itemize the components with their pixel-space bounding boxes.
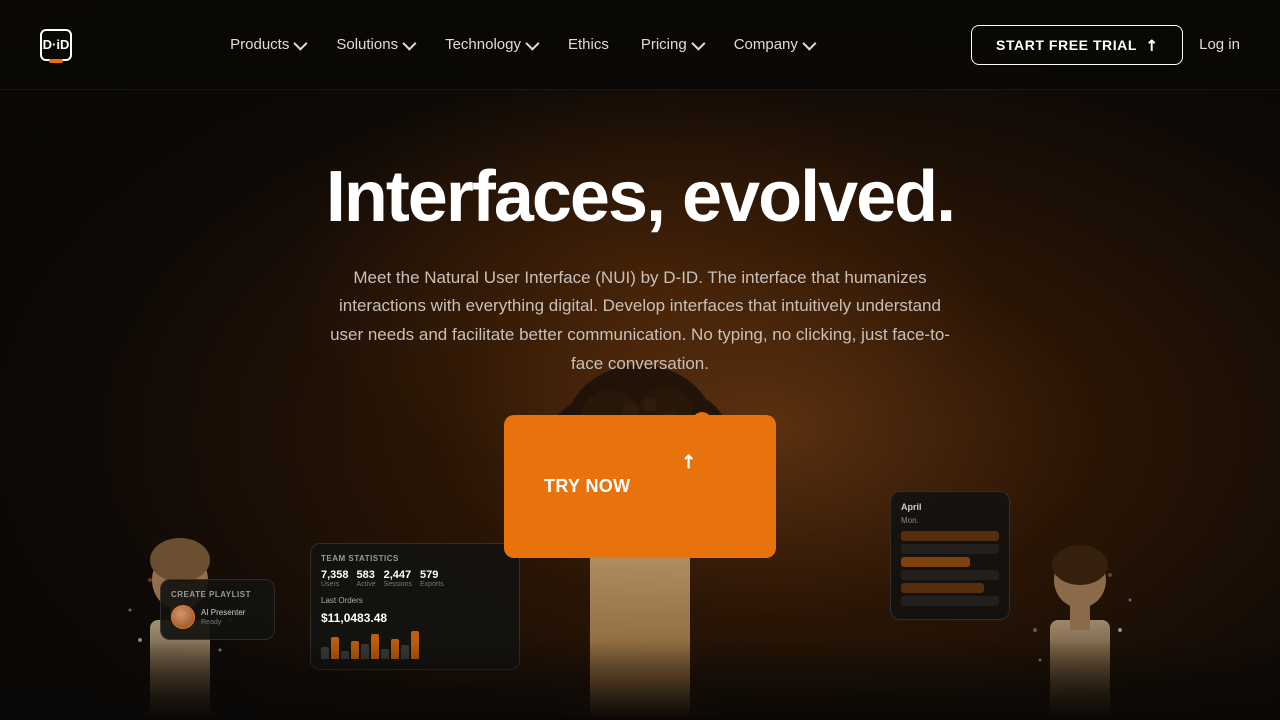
nav-link-pricing[interactable]: Pricing (627, 28, 716, 61)
hero-section: Interfaces, evolved. Meet the Natural Us… (0, 90, 1280, 608)
logo[interactable]: D·iD (40, 29, 72, 61)
start-free-trial-button[interactable]: START FREE TRIAL ↗ (971, 25, 1183, 65)
chevron-down-icon (802, 36, 816, 50)
nav-link-products[interactable]: Products (216, 28, 318, 61)
chevron-down-icon (691, 36, 705, 50)
nav-right: START FREE TRIAL ↗ Log in (971, 25, 1240, 65)
nav-link-company[interactable]: Company (720, 28, 827, 61)
nav-item-solutions[interactable]: Solutions (322, 28, 427, 61)
chevron-down-icon (525, 36, 539, 50)
nav-item-technology[interactable]: Technology (431, 28, 550, 61)
arrow-diagonal-icon: ↗ (634, 408, 742, 516)
logo-icon: D·iD (40, 29, 72, 61)
chevron-down-icon (294, 36, 308, 50)
navbar: D·iD Products Solutions Technology Eth (0, 0, 1280, 90)
arrow-icon: ↗ (1141, 33, 1163, 55)
login-button[interactable]: Log in (1199, 36, 1240, 53)
nav-link-solutions[interactable]: Solutions (322, 28, 427, 61)
hero-content: Interfaces, evolved. Meet the Natural Us… (0, 90, 1280, 608)
nav-links: Products Solutions Technology Ethics Pri… (216, 28, 827, 61)
nav-link-technology[interactable]: Technology (431, 28, 550, 61)
nav-item-ethics[interactable]: Ethics (554, 28, 623, 61)
hero-subtitle: Meet the Natural User Interface (NUI) by… (325, 264, 955, 380)
nav-item-pricing[interactable]: Pricing (627, 28, 716, 61)
nav-link-ethics[interactable]: Ethics (554, 28, 623, 61)
nav-item-company[interactable]: Company (720, 28, 827, 61)
hero-title: Interfaces, evolved. (326, 160, 954, 236)
nav-item-products[interactable]: Products (216, 28, 318, 61)
chevron-down-icon (402, 36, 416, 50)
try-now-button[interactable]: TRY NOW ↗ (504, 415, 776, 558)
